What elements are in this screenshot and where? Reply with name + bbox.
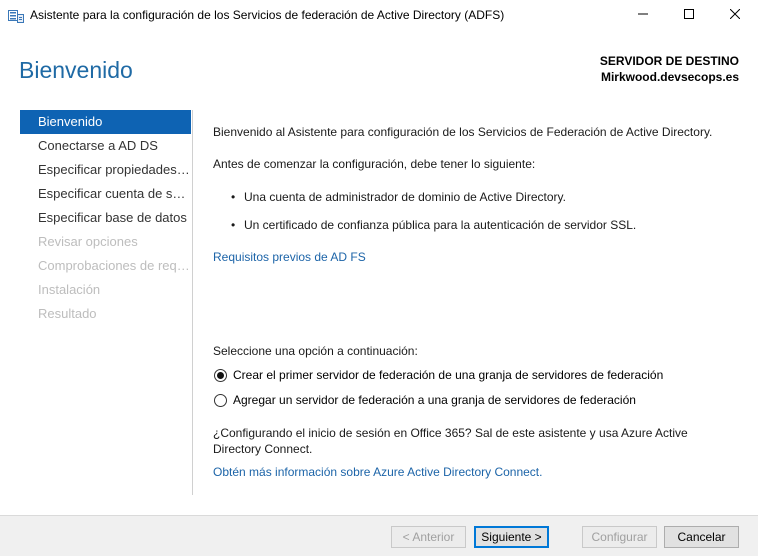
destination-server-name: Mirkwood.devsecops.es xyxy=(600,70,739,84)
nav-item-conectarse-ad-ds[interactable]: Conectarse a AD DS xyxy=(20,134,191,158)
nav-item-especificar-cuenta[interactable]: Especificar cuenta de serv... xyxy=(20,182,191,206)
option-label: Agregar un servidor de federación a una … xyxy=(233,393,636,407)
option-add-server[interactable]: Agregar un servidor de federación a una … xyxy=(214,393,636,407)
azure-ad-connect-link[interactable]: Obtén más información sobre Azure Active… xyxy=(213,465,542,479)
window-title: Asistente para la configuración de los S… xyxy=(30,8,505,22)
close-icon xyxy=(729,8,741,22)
next-button[interactable]: Siguiente > xyxy=(474,526,549,548)
option-create-first-server[interactable]: Crear el primer servidor de federación d… xyxy=(214,368,663,382)
radio-button[interactable] xyxy=(214,368,227,382)
nav-item-instalacion: Instalación xyxy=(38,282,101,297)
nav-item-resultado: Resultado xyxy=(38,306,97,321)
nav-item-revisar-opciones: Revisar opciones xyxy=(38,234,138,249)
radio-button[interactable] xyxy=(214,393,227,407)
wizard-steps-nav: Bienvenido Conectarse a AD DS Especifica… xyxy=(20,110,191,326)
nav-item-bienvenido[interactable]: Bienvenido xyxy=(20,110,191,134)
previous-button: < Anterior xyxy=(391,526,466,548)
prereq-heading: Antes de comenzar la configuración, debe… xyxy=(213,157,536,171)
nav-item-especificar-propiedades[interactable]: Especificar propiedades d... xyxy=(20,158,191,182)
title-bar: Asistente para la configuración de los S… xyxy=(0,0,758,31)
maximize-icon xyxy=(684,8,694,22)
option-prompt: Seleccione una opción a continuación: xyxy=(213,344,418,358)
bullet-item: Un certificado de confianza pública para… xyxy=(231,218,636,232)
maximize-button[interactable] xyxy=(666,0,712,30)
office365-note: ¿Configurando el inicio de sesión en Off… xyxy=(213,426,688,456)
bullet-item: Una cuenta de administrador de dominio d… xyxy=(231,190,566,204)
minimize-icon xyxy=(638,8,648,22)
server-wizard-icon xyxy=(8,8,24,23)
option-label: Crear el primer servidor de federación d… xyxy=(233,368,664,382)
intro-text: Bienvenido al Asistente para configuraci… xyxy=(213,125,713,139)
destination-server-label: SERVIDOR DE DESTINO xyxy=(599,54,739,68)
page-title: Bienvenido xyxy=(19,57,133,83)
prereq-link[interactable]: Requisitos previos de AD FS xyxy=(213,250,366,264)
close-button[interactable] xyxy=(712,0,758,30)
bullet-text: Un certificado de confianza pública para… xyxy=(244,218,637,232)
cancel-button[interactable]: Cancelar xyxy=(664,526,739,548)
configure-button: Configurar xyxy=(582,526,657,548)
nav-item-comprobaciones: Comprobaciones de requ... xyxy=(38,258,191,273)
bullet-text: Una cuenta de administrador de dominio d… xyxy=(244,190,566,204)
minimize-button[interactable] xyxy=(620,0,666,30)
nav-divider xyxy=(192,110,193,495)
nav-item-especificar-base-datos[interactable]: Especificar base de datos xyxy=(20,206,191,230)
